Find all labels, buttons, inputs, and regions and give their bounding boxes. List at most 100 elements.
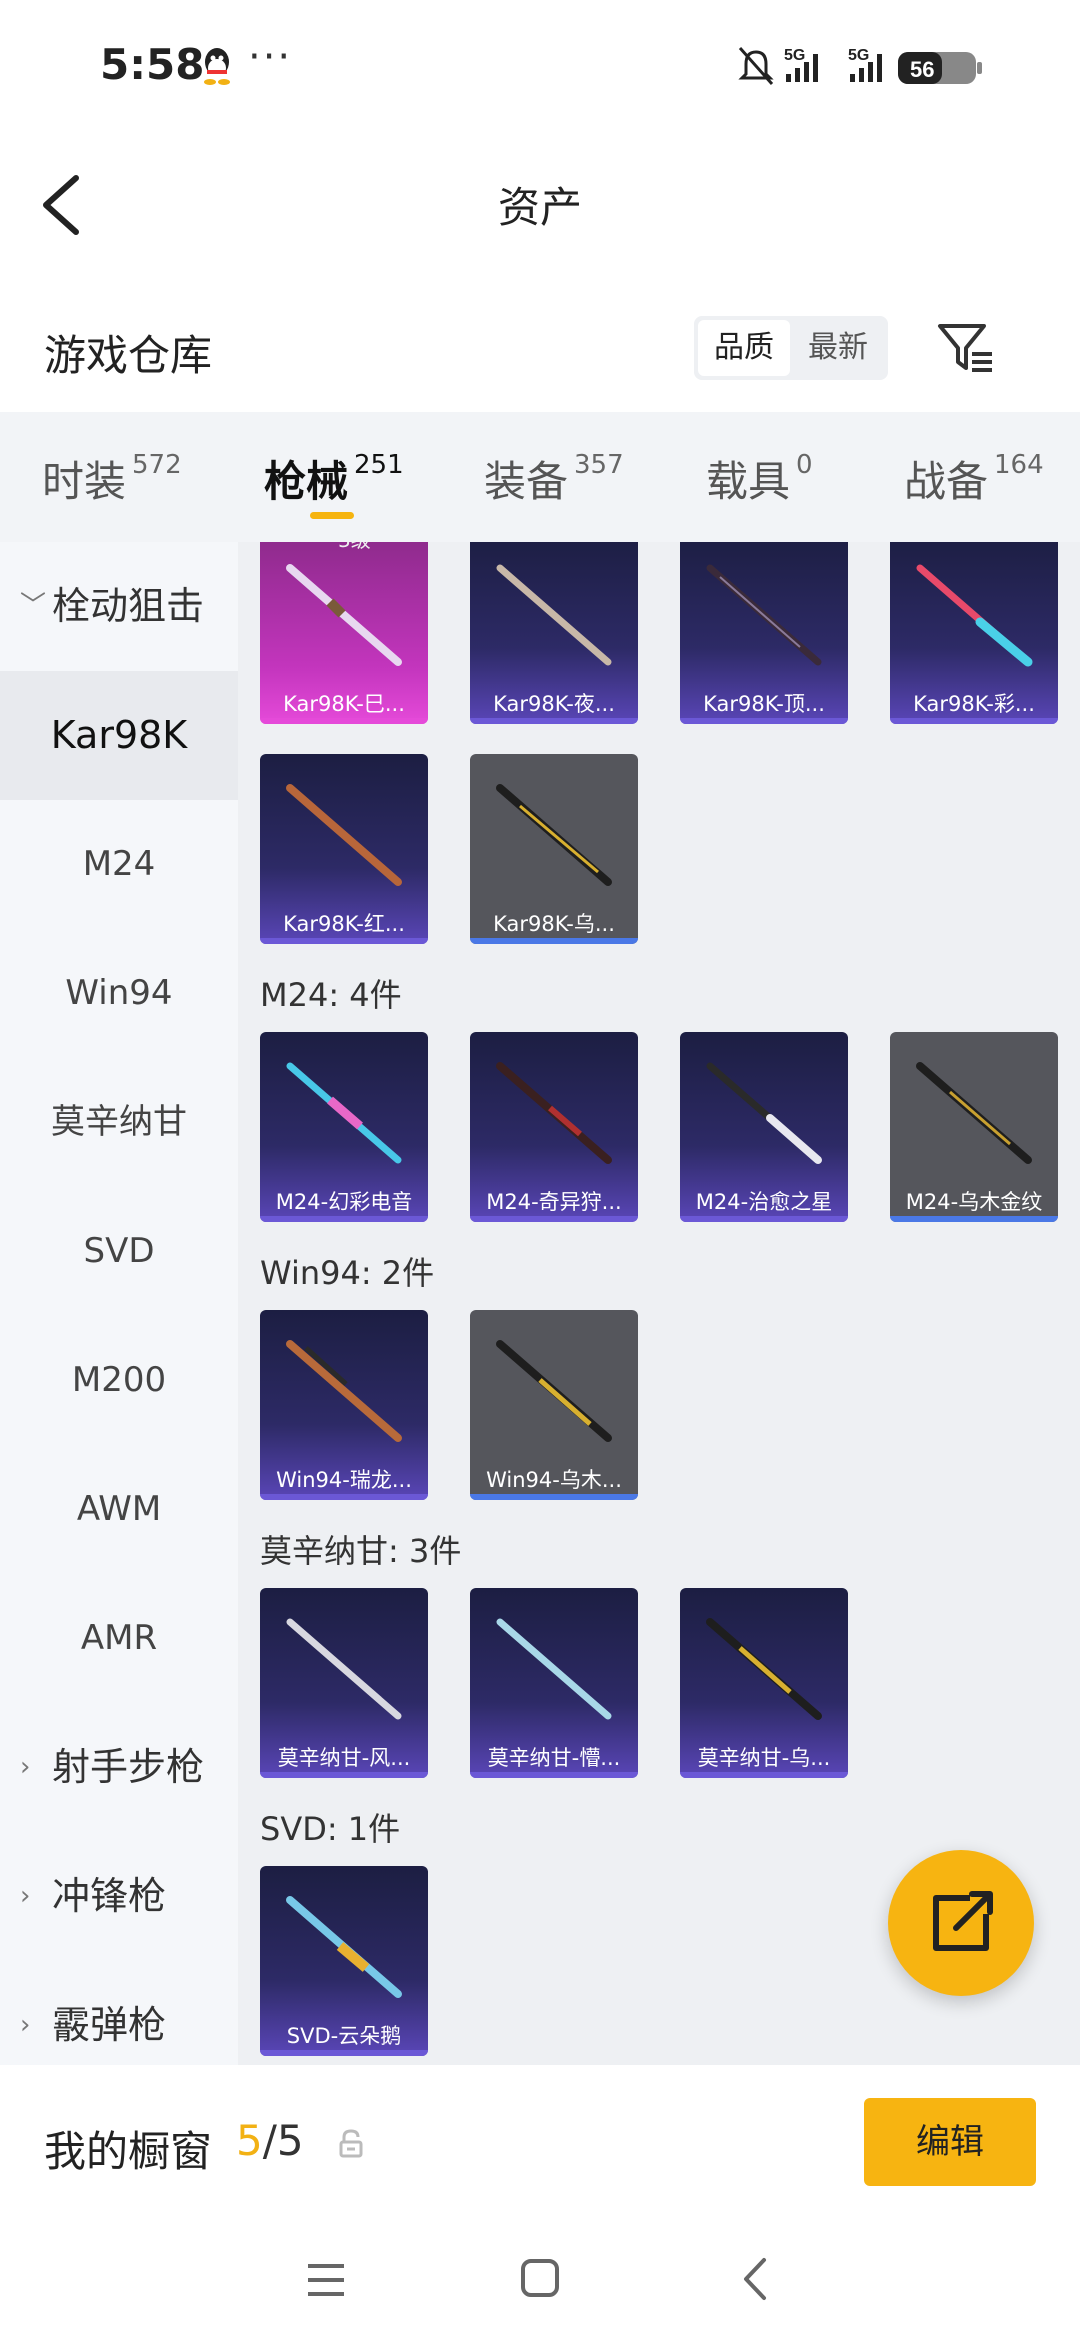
sidebar: ﹀ 栓动狙击 Kar98K M24 Win94 莫辛纳甘 SVD M200 AWM…: [0, 542, 238, 2065]
sidebar-item-label: SVD: [83, 1231, 155, 1271]
rarity-bar: [470, 718, 638, 724]
sidebar-item-mosin[interactable]: 莫辛纳甘: [0, 1058, 238, 1187]
sidebar-item-label: Win94: [65, 973, 173, 1013]
sidebar-item-amr[interactable]: AMR: [0, 1574, 238, 1703]
weapon-grid: 3级 Kar98K-巳... Kar98K-夜... Kar98K-顶... K…: [238, 542, 1080, 2065]
rifle-icon: [706, 564, 822, 666]
signal-5g-label-1: 5G: [784, 47, 805, 64]
rifle-icon: [286, 1896, 402, 1998]
skin-card[interactable]: 3级 Kar98K-巳...: [260, 542, 428, 724]
sidebar-group-shotgun[interactable]: › 霰弹枪: [0, 1961, 238, 2065]
sidebar-group-marksman[interactable]: › 射手步枪: [0, 1703, 238, 1832]
tab-label: 枪械: [264, 457, 349, 506]
sidebar-item-m24[interactable]: M24: [0, 800, 238, 929]
skin-card[interactable]: Kar98K-夜...: [470, 542, 638, 724]
rifle-icon: [496, 1618, 612, 1720]
home-icon[interactable]: [520, 2258, 560, 2298]
rarity-bar: [470, 1494, 638, 1500]
skin-name: 莫辛纳甘-乌...: [697, 1746, 831, 1770]
sidebar-item-win94[interactable]: Win94: [0, 929, 238, 1058]
rifle-icon: [286, 784, 402, 886]
skin-card[interactable]: M24-幻彩电音: [260, 1032, 428, 1222]
share-button[interactable]: [888, 1850, 1034, 1996]
sidebar-item-m200[interactable]: M200: [0, 1316, 238, 1445]
tab-equipment[interactable]: 装备 357: [484, 448, 624, 509]
skin-card[interactable]: Kar98K-彩...: [890, 542, 1058, 724]
tab-fashion[interactable]: 时装 572: [42, 448, 182, 509]
rifle-icon: [496, 564, 612, 666]
status-indicators: 5G 5G 56: [738, 47, 982, 85]
skin-card[interactable]: Kar98K-顶...: [680, 542, 848, 724]
tab-label: 装备: [484, 457, 569, 506]
sidebar-item-label: 栓动狙击: [52, 584, 205, 628]
sort-toggle: 品质 最新: [694, 316, 888, 380]
tab-count: 357: [574, 450, 624, 480]
sidebar-item-label: 莫辛纳甘: [51, 1102, 187, 1142]
rarity-bar: [470, 938, 638, 944]
sort-quality-button[interactable]: 品质: [698, 320, 790, 376]
sidebar-item-kar98k[interactable]: Kar98K: [0, 671, 238, 800]
skin-card[interactable]: M24-乌木金纹: [890, 1032, 1058, 1222]
chevron-right-icon: ›: [20, 1752, 31, 1782]
skin-name: SVD-云朵鹅: [286, 2024, 402, 2048]
sidebar-item-label: 射手步枪: [52, 1745, 205, 1789]
tab-firearms[interactable]: 枪械 251: [264, 448, 404, 509]
skin-card[interactable]: Win94-瑞龙...: [260, 1310, 428, 1500]
rarity-bar: [680, 1216, 848, 1222]
skin-card[interactable]: 莫辛纳甘-风...: [260, 1588, 428, 1778]
sort-latest-button[interactable]: 最新: [792, 320, 884, 376]
tab-vehicles[interactable]: 载具 0: [706, 448, 813, 509]
skin-name: Kar98K-顶...: [703, 692, 825, 716]
skin-card[interactable]: M24-治愈之星: [680, 1032, 848, 1222]
skin-name: Kar98K-乌...: [493, 912, 615, 936]
section-title: 莫辛纳甘: 3件: [260, 1532, 462, 1570]
sidebar-item-label: 霰弹枪: [52, 2003, 167, 2047]
mute-icon: [738, 47, 774, 85]
rifle-icon: [496, 1340, 612, 1442]
active-tab-indicator: [310, 512, 354, 519]
rifle-icon: [916, 1062, 1032, 1164]
system-back-icon[interactable]: [740, 2256, 770, 2302]
filter-icon[interactable]: [936, 318, 996, 378]
qq-icon: [204, 48, 230, 85]
rarity-bar: [470, 1772, 638, 1778]
tab-label: 时装: [42, 457, 127, 506]
section-title: Win94: 2件: [260, 1254, 435, 1292]
skin-card[interactable]: 莫辛纳甘-懵...: [470, 1588, 638, 1778]
sidebar-item-label: M200: [71, 1360, 167, 1400]
showcase-count: 5/5: [236, 2116, 304, 2165]
skin-card[interactable]: 莫辛纳甘-乌...: [680, 1588, 848, 1778]
section-title: M24: 4件: [260, 976, 402, 1014]
skin-card[interactable]: M24-奇异狩...: [470, 1032, 638, 1222]
status-time: 5:58: [100, 40, 205, 89]
rifle-icon: [286, 564, 402, 666]
skin-card[interactable]: Kar98K-乌...: [470, 754, 638, 944]
skin-name: Kar98K-彩...: [913, 692, 1035, 716]
section-title: SVD: 1件: [260, 1810, 401, 1848]
rifle-icon: [286, 1618, 402, 1720]
sidebar-group-smg[interactable]: › 冲锋枪: [0, 1832, 238, 1961]
rifle-icon: [706, 1062, 822, 1164]
sidebar-group-bolt-action[interactable]: ﹀ 栓动狙击: [0, 542, 238, 671]
skin-card[interactable]: Kar98K-红...: [260, 754, 428, 944]
sidebar-item-svd[interactable]: SVD: [0, 1187, 238, 1316]
chevron-right-icon: ›: [20, 2010, 31, 2040]
rifle-icon: [286, 1340, 402, 1442]
tab-count: 251: [354, 450, 404, 480]
skin-card[interactable]: Win94-乌木...: [470, 1310, 638, 1500]
sidebar-item-label: Kar98K: [50, 713, 188, 757]
skin-card[interactable]: SVD-云朵鹅: [260, 1866, 428, 2056]
edit-button[interactable]: 编辑: [864, 2098, 1036, 2186]
rarity-bar: [470, 1216, 638, 1222]
tab-label: 载具: [706, 457, 791, 506]
sidebar-item-awm[interactable]: AWM: [0, 1445, 238, 1574]
showcase-label: 我的橱窗: [44, 2127, 213, 2176]
skin-name: Kar98K-夜...: [493, 692, 615, 716]
tab-count: 0: [796, 450, 813, 480]
menu-icon[interactable]: [306, 2262, 346, 2298]
rarity-bar: [260, 1216, 428, 1222]
rifle-icon: [496, 1062, 612, 1164]
rifle-icon: [286, 1062, 402, 1164]
rifle-icon: [496, 784, 612, 886]
tab-tactical[interactable]: 战备 164: [904, 448, 1044, 509]
